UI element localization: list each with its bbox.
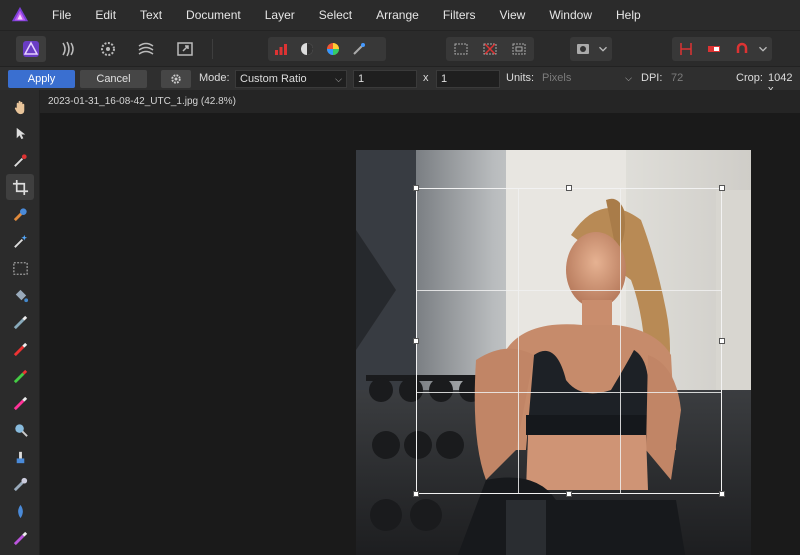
hand-tool-icon[interactable] [6, 94, 34, 120]
pen-tool-icon[interactable] [6, 525, 34, 551]
liquify-persona-icon[interactable] [54, 36, 84, 62]
chevron-down-icon: ⌵ [335, 74, 342, 84]
menu-bar: File Edit Text Document Layer Select Arr… [0, 0, 800, 30]
crop-handle-top-right[interactable] [719, 185, 725, 191]
crop-grid-line [619, 189, 621, 493]
crop-grid-line [518, 189, 520, 493]
affinity-photo-logo-icon [0, 0, 40, 30]
ratio-separator-label: x [423, 72, 429, 84]
invert-selection-icon[interactable] [504, 37, 533, 61]
erase-brush-icon[interactable] [6, 390, 34, 416]
auto-adjust-group [268, 37, 386, 61]
context-toolbar: Apply Cancel Mode: Custom Ratio ⌵ 1 x 1 … [0, 66, 800, 96]
auto-levels-icon[interactable] [268, 37, 294, 61]
rectangle-marquee-icon[interactable] [6, 255, 34, 281]
auto-colors-icon[interactable] [320, 37, 346, 61]
quick-mask-icon[interactable] [570, 37, 596, 61]
menu-select[interactable]: Select [307, 0, 364, 30]
mode-select-value: Custom Ratio [240, 73, 307, 85]
document-tab[interactable]: 2023-01-31_16-08-42_UTC_1.jpg (42.8%) [40, 90, 800, 114]
deselect-icon[interactable] [475, 37, 504, 61]
apply-button[interactable]: Apply [8, 70, 75, 88]
photo-persona-icon[interactable] [16, 36, 46, 62]
menu-filters[interactable]: Filters [431, 0, 488, 30]
crop-handle-bottom[interactable] [566, 491, 572, 497]
color-picker-icon[interactable] [6, 147, 34, 173]
crop-handle-right[interactable] [719, 338, 725, 344]
menu-edit[interactable]: Edit [83, 0, 128, 30]
tools-panel [0, 90, 40, 555]
dpi-value[interactable]: 72 [671, 72, 683, 84]
smudge-tool-icon[interactable] [6, 498, 34, 524]
crop-handle-bottom-right[interactable] [719, 491, 725, 497]
document-title: 2023-01-31_16-08-42_UTC_1.jpg (42.8%) [48, 96, 236, 107]
blur-tool-icon[interactable] [6, 471, 34, 497]
clone-tool-icon[interactable] [6, 444, 34, 470]
tone-mapping-persona-icon[interactable] [131, 36, 161, 62]
auto-white-balance-icon[interactable] [346, 37, 372, 61]
chevron-down-icon: ⌵ [625, 73, 632, 83]
selection-brush-icon[interactable] [6, 201, 34, 227]
ratio-height-input[interactable]: 1 [436, 70, 500, 88]
magic-wand-icon[interactable] [6, 228, 34, 254]
crop-grid-line [417, 391, 721, 393]
menu-window[interactable]: Window [537, 0, 604, 30]
dpi-label: DPI: [641, 72, 663, 84]
export-persona-icon[interactable] [170, 36, 200, 62]
cancel-button[interactable]: Cancel [80, 70, 147, 88]
snapping-group [672, 37, 772, 61]
chevron-down-icon[interactable] [596, 37, 610, 61]
quick-mask-group [570, 37, 612, 61]
crop-label: Crop: [736, 72, 763, 84]
pixel-brush-icon[interactable] [6, 336, 34, 362]
settings-button[interactable] [161, 70, 191, 88]
menu-document[interactable]: Document [174, 0, 253, 30]
develop-persona-icon[interactable] [93, 36, 123, 62]
gear-icon [171, 74, 181, 84]
mode-select[interactable]: Custom Ratio ⌵ [235, 70, 347, 88]
menu-text[interactable]: Text [128, 0, 174, 30]
crop-handle-bottom-left[interactable] [413, 491, 419, 497]
toolbar-separator [212, 39, 213, 59]
menu-layer[interactable]: Layer [253, 0, 307, 30]
menu-file[interactable]: File [40, 0, 83, 30]
units-select-value: Pixels [542, 72, 572, 84]
move-tool-icon[interactable] [6, 120, 34, 146]
crop-tool-icon[interactable] [6, 174, 34, 200]
menu-view[interactable]: View [488, 0, 538, 30]
selection-group [446, 37, 534, 61]
magnet-icon[interactable] [728, 37, 756, 61]
main-toolbar [0, 30, 800, 66]
dodge-tool-icon[interactable] [6, 417, 34, 443]
units-label: Units: [506, 72, 535, 84]
snapping-icon[interactable] [672, 37, 700, 61]
paint-brush-icon[interactable] [6, 309, 34, 335]
canvas-area[interactable] [40, 114, 800, 555]
assistant-icon[interactable] [700, 37, 728, 61]
brush-color-icon[interactable] [6, 363, 34, 389]
units-select[interactable]: Pixels ⌵ [538, 70, 636, 88]
crop-handle-left[interactable] [413, 338, 419, 344]
crop-grid-line [417, 290, 721, 292]
select-all-icon[interactable] [446, 37, 475, 61]
menu-help[interactable]: Help [604, 0, 653, 30]
flood-fill-icon[interactable] [6, 282, 34, 308]
mode-label: Mode: [199, 72, 230, 84]
crop-frame[interactable] [413, 185, 725, 497]
crop-handle-top[interactable] [566, 185, 572, 191]
ratio-width-input[interactable]: 1 [353, 70, 417, 88]
menu-arrange[interactable]: Arrange [364, 0, 431, 30]
crop-handle-top-left[interactable] [413, 185, 419, 191]
auto-contrast-icon[interactable] [294, 37, 320, 61]
chevron-down-icon[interactable] [756, 37, 770, 61]
